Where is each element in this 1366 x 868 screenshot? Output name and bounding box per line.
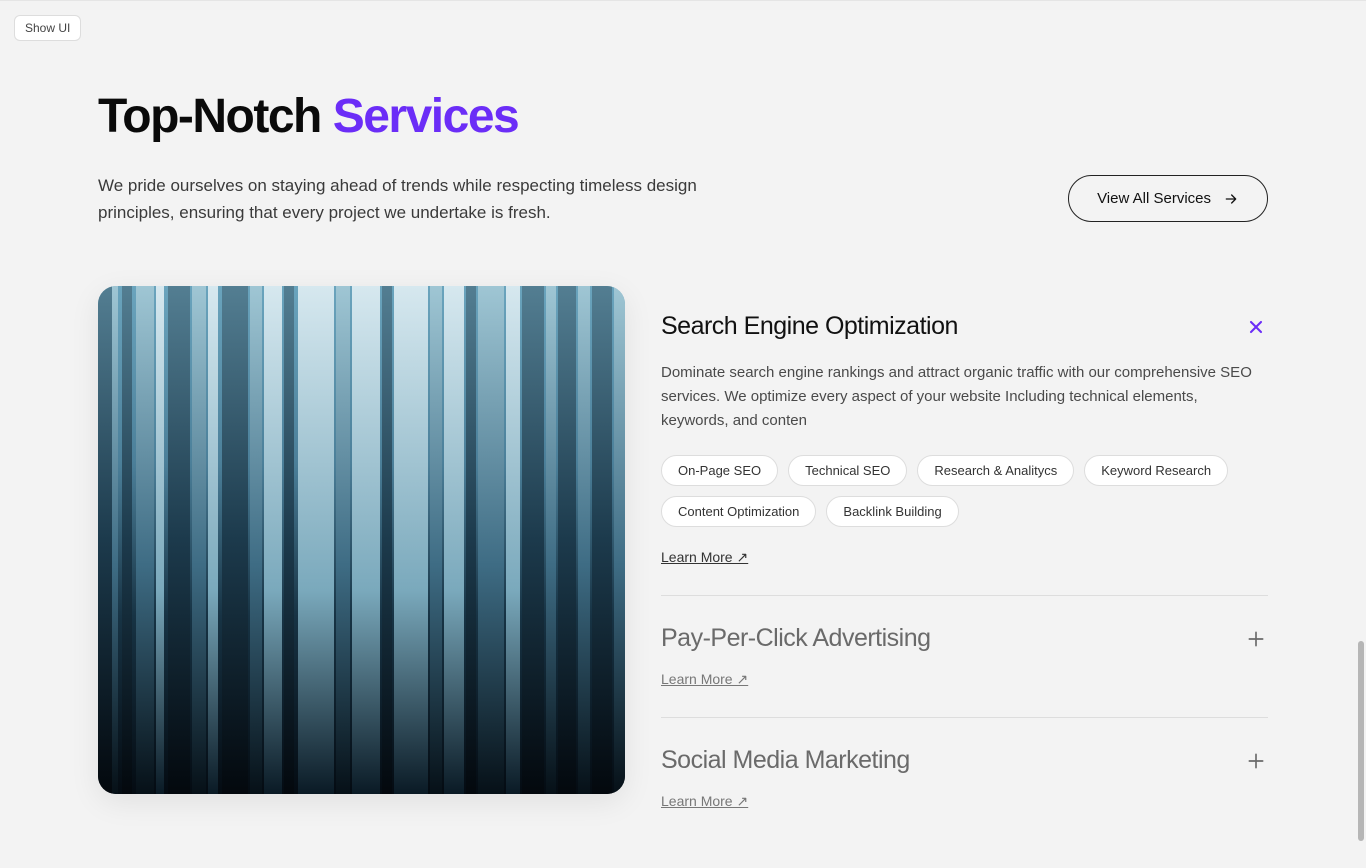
tag: On-Page SEO (661, 455, 778, 486)
tag: Technical SEO (788, 455, 907, 486)
close-icon[interactable] (1244, 315, 1268, 339)
title-part-1: Top-Notch (98, 90, 333, 143)
show-ui-button[interactable]: Show UI (14, 15, 81, 41)
service-description: Dominate search engine rankings and attr… (661, 361, 1261, 433)
service-item-ppc: Pay-Per-Click Advertising Learn More ↗ (661, 624, 1268, 718)
title-part-2-accent: Services (333, 90, 519, 143)
view-all-button[interactable]: View All Services (1068, 175, 1268, 222)
services-accordion: Search Engine Optimization Dominate sear… (661, 286, 1268, 867)
view-all-label: View All Services (1097, 190, 1211, 207)
service-title: Search Engine Optimization (661, 312, 958, 341)
tag: Research & Analitycs (917, 455, 1074, 486)
service-item-header[interactable]: Social Media Marketing (661, 746, 1268, 775)
service-image (98, 286, 625, 794)
plus-icon[interactable] (1244, 627, 1268, 651)
service-tags: On-Page SEO Technical SEO Research & Ana… (661, 455, 1268, 527)
plus-icon[interactable] (1244, 749, 1268, 773)
learn-more-link[interactable]: Learn More ↗ (661, 549, 748, 566)
section-subtitle: We pride ourselves on staying ahead of t… (98, 172, 698, 226)
scrollbar-thumb[interactable] (1358, 641, 1364, 841)
tag: Content Optimization (661, 496, 816, 527)
service-item-smm: Social Media Marketing Learn More ↗ (661, 746, 1268, 839)
learn-more-link[interactable]: Learn More ↗ (661, 671, 748, 688)
tag: Keyword Research (1084, 455, 1228, 486)
service-title: Pay-Per-Click Advertising (661, 624, 931, 653)
service-title: Social Media Marketing (661, 746, 910, 775)
service-item-seo: Search Engine Optimization Dominate sear… (661, 312, 1268, 596)
learn-more-link[interactable]: Learn More ↗ (661, 793, 748, 810)
service-item-header[interactable]: Pay-Per-Click Advertising (661, 624, 1268, 653)
tag: Backlink Building (826, 496, 958, 527)
service-item-header[interactable]: Search Engine Optimization (661, 312, 1268, 341)
arrow-right-icon (1223, 191, 1239, 207)
section-heading: Top-Notch Services (98, 91, 1268, 144)
